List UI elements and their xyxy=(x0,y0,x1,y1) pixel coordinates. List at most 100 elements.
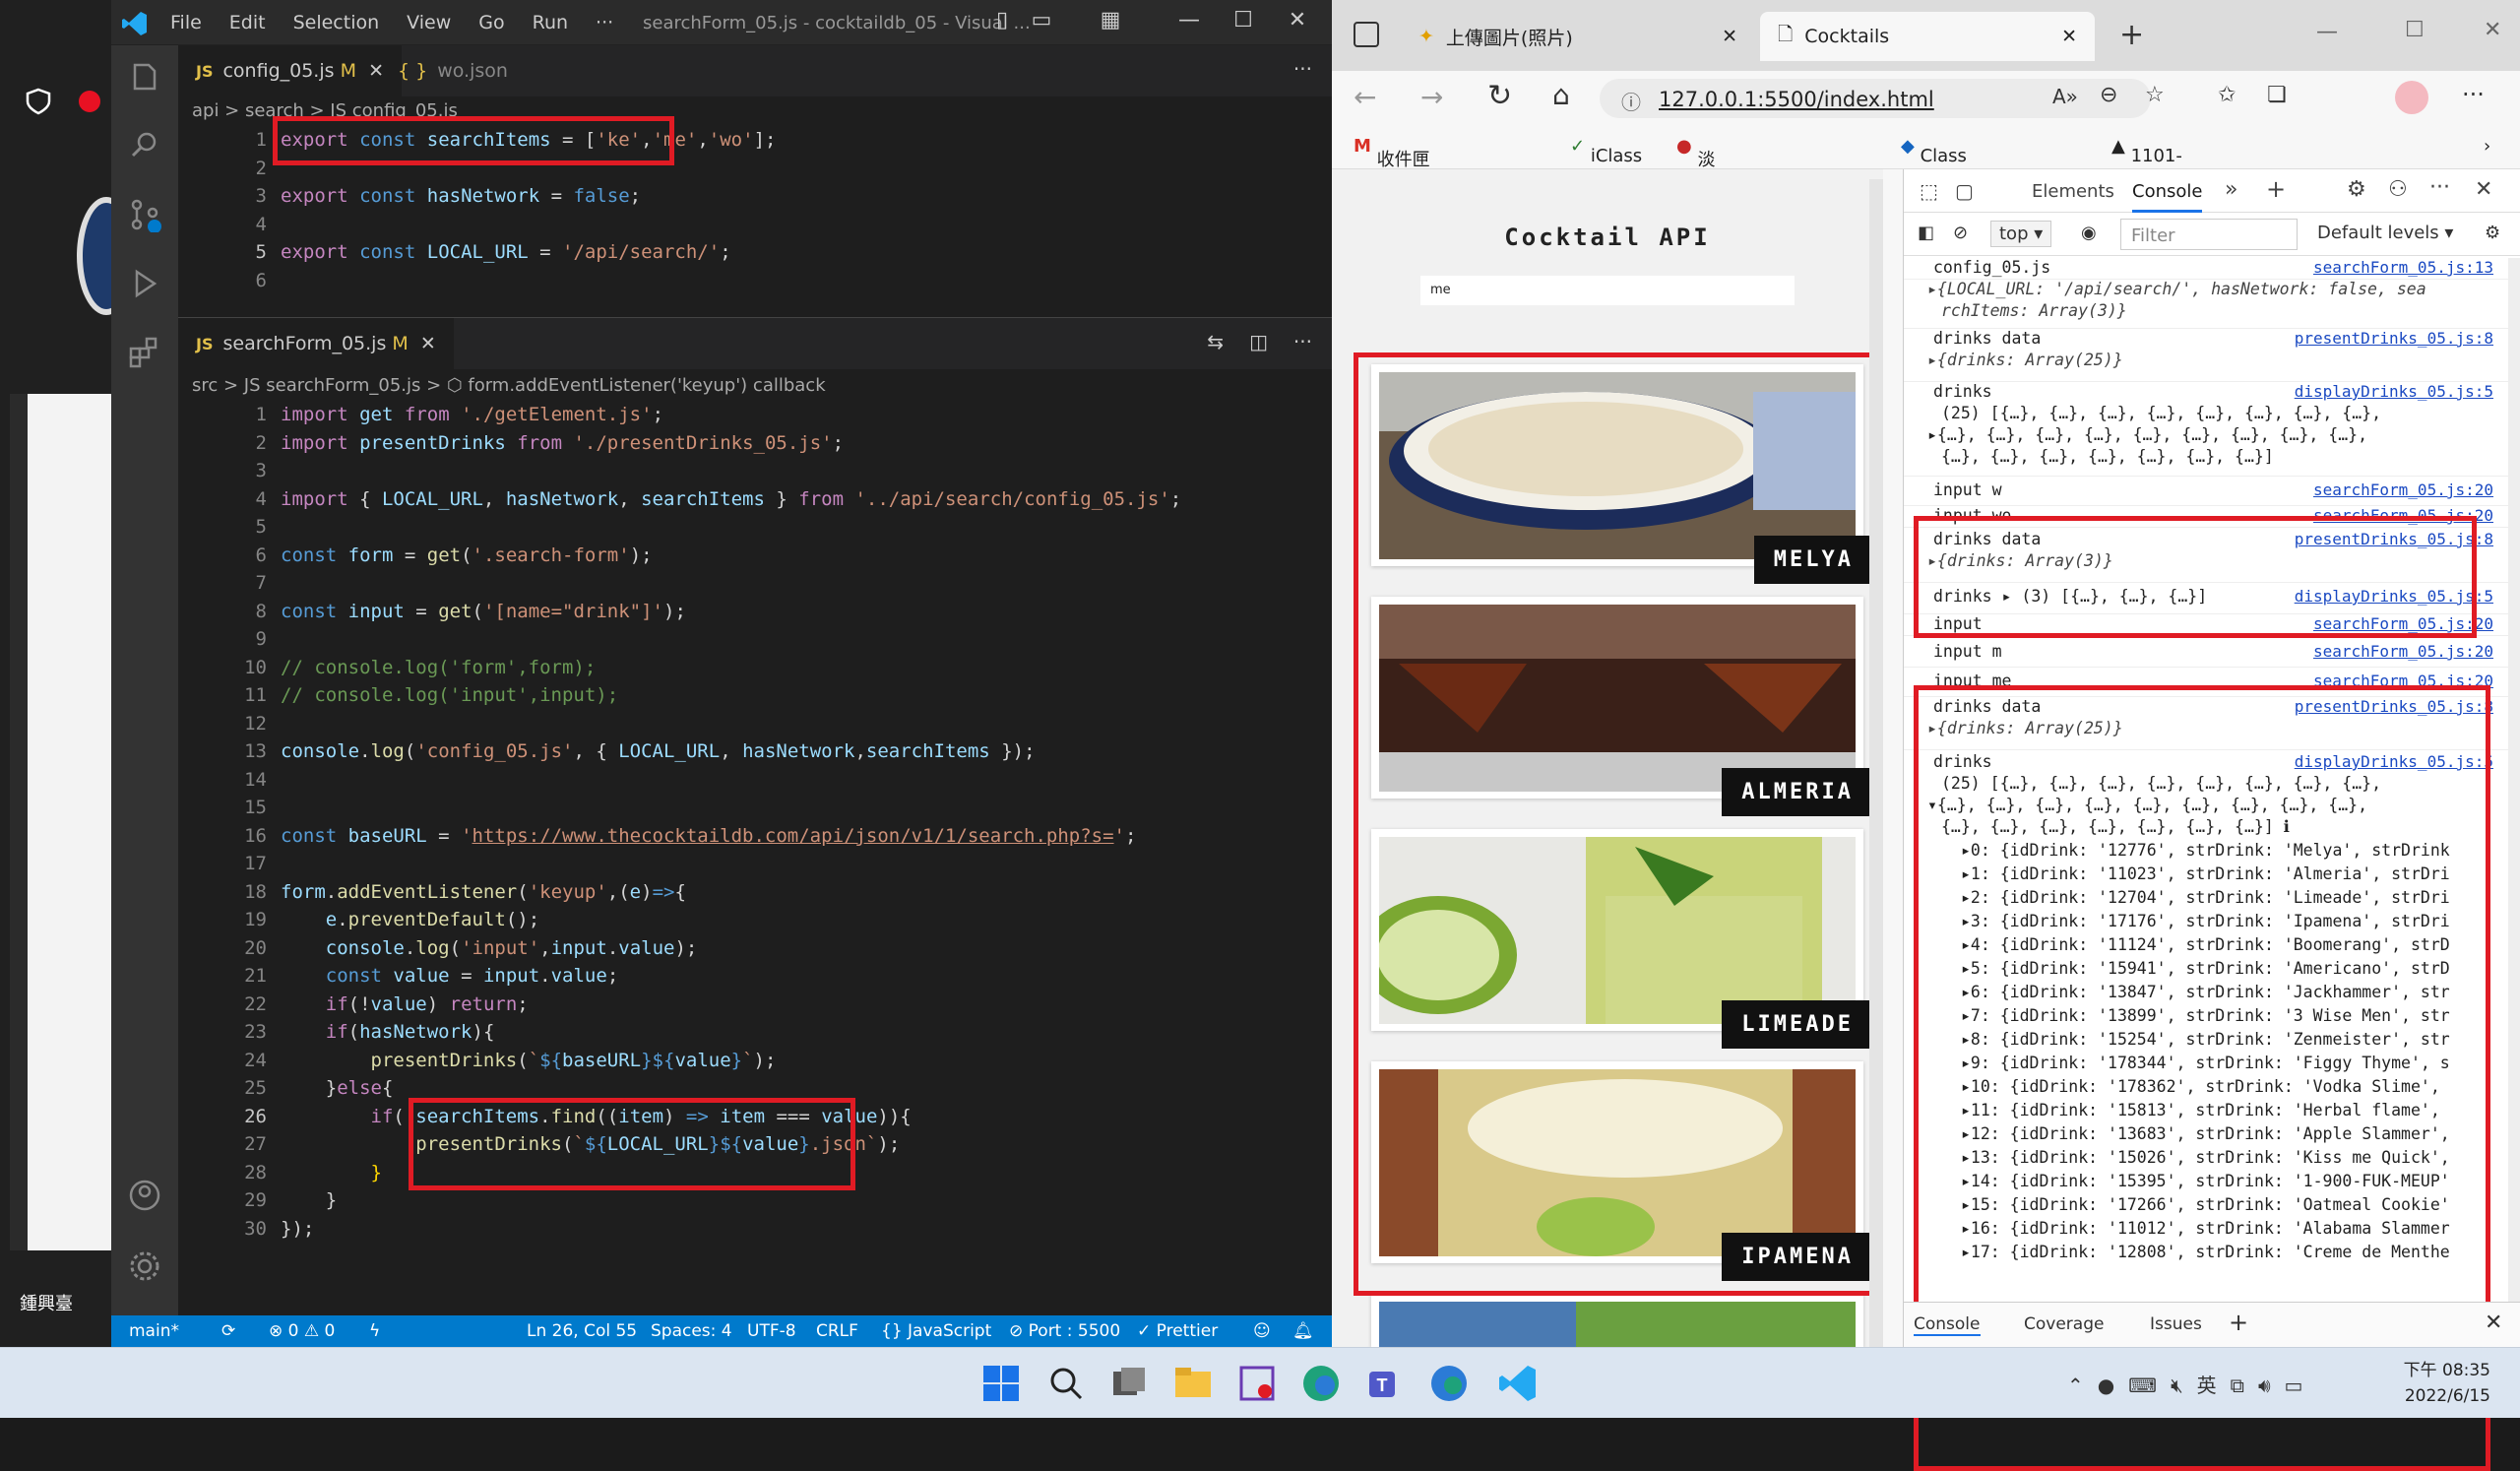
eye-icon[interactable]: ◉ xyxy=(2081,223,2097,243)
prettier-indicator[interactable]: ✓ Prettier xyxy=(1137,1321,1218,1341)
encoding[interactable]: UTF-8 xyxy=(747,1321,796,1341)
favorite-add-icon[interactable]: ☆ xyxy=(2145,83,2165,107)
maximize-button[interactable]: ☐ xyxy=(2405,18,2425,42)
console-filter-input[interactable]: Filter xyxy=(2120,219,2298,250)
gear-icon[interactable] xyxy=(127,1248,162,1284)
more-actions-icon[interactable]: ··· xyxy=(1293,57,1312,81)
chevron-right-icon[interactable]: › xyxy=(2484,136,2490,157)
favorites-icon[interactable]: ✩ xyxy=(2218,83,2236,107)
source-link[interactable]: searchForm_05.js:20 xyxy=(2313,480,2493,499)
console-row[interactable]: drinks data presentDrinks_05.js:8 xyxy=(1904,329,2508,351)
clock[interactable]: 下午 08:35 2022/6/15 xyxy=(2404,1358,2490,1409)
close-icon[interactable]: ✕ xyxy=(2485,1311,2502,1335)
vscode-taskbar-icon[interactable] xyxy=(1496,1362,1540,1405)
add-tab-icon[interactable]: + xyxy=(2266,175,2286,203)
console-row[interactable]: ▸{LOCAL_URL: '/api/search/', hasNetwork:… xyxy=(1904,280,2508,301)
menu-view[interactable]: View xyxy=(407,12,451,33)
close-icon[interactable]: ✕ xyxy=(1722,26,1737,47)
tab-upload-photos[interactable]: ✦ 上傳圖片(照片) ✕ xyxy=(1401,12,1755,61)
cursor-position[interactable]: Ln 26, Col 55 xyxy=(527,1321,637,1341)
collections-icon[interactable]: ❏ xyxy=(2267,83,2287,107)
more-actions-icon[interactable]: ··· xyxy=(1293,330,1312,353)
snipping-tool-icon[interactable] xyxy=(1235,1362,1279,1405)
task-view-icon[interactable] xyxy=(1107,1362,1151,1405)
search-icon[interactable] xyxy=(1043,1362,1087,1405)
minimize-button[interactable]: — xyxy=(2316,20,2338,44)
source-link[interactable]: presentDrinks_05.js:8 xyxy=(2295,329,2493,348)
log-levels-select[interactable]: Default levels ▾ xyxy=(2317,223,2453,243)
context-select[interactable]: top ▾ xyxy=(1990,221,2052,247)
add-tab-icon[interactable]: + xyxy=(2229,1309,2248,1336)
device-toolbar-icon[interactable]: ▢ xyxy=(1955,179,1974,203)
panel-layout-icon[interactable]: ▭ xyxy=(1027,8,1056,37)
menu-run[interactable]: Run xyxy=(533,12,568,33)
indentation[interactable]: Spaces: 4 xyxy=(651,1321,732,1341)
console-row[interactable]: drinks displayDrinks_05.js:5 xyxy=(1904,382,2508,404)
edge-icon[interactable] xyxy=(1299,1362,1343,1405)
source-control-icon[interactable] xyxy=(127,197,162,232)
more-actions-icon[interactable]: ··· xyxy=(2429,175,2450,200)
forward-button[interactable]: → xyxy=(1420,81,1443,113)
account-icon[interactable] xyxy=(127,1178,162,1213)
drawer-tab-coverage[interactable]: Coverage xyxy=(2024,1314,2104,1334)
maximize-button[interactable]: ☐ xyxy=(1228,8,1258,37)
tab-config[interactable]: JS config_05.js M ✕ xyxy=(178,45,402,96)
minimize-button[interactable]: — xyxy=(1174,8,1204,37)
search-icon[interactable] xyxy=(127,128,162,163)
tab-actions-icon[interactable] xyxy=(1354,22,1379,47)
bolt-icon[interactable]: ϟ xyxy=(369,1321,380,1341)
tab-cocktails[interactable]: 🗋︎ Cocktails ✕ xyxy=(1760,12,2095,61)
menu-selection[interactable]: Selection xyxy=(293,12,380,33)
gear-icon[interactable]: ⚙ xyxy=(2485,223,2500,243)
feedback-icon[interactable]: ☺ xyxy=(1253,1321,1271,1341)
source-link[interactable]: searchForm_05.js:13 xyxy=(2313,258,2493,277)
record-icon[interactable] xyxy=(79,91,100,112)
bookmark-gmail[interactable]: M 收件匣 (391) - 2104... xyxy=(1354,136,1439,213)
menu-go[interactable]: Go xyxy=(478,12,504,33)
windows-start-icon[interactable] xyxy=(979,1362,1023,1405)
live-server-port[interactable]: ⊘ Port : 5500 xyxy=(1009,1321,1120,1341)
console-row[interactable]: ▸{…}, {…}, {…}, {…}, {…}, {…}, {…}, {…},… xyxy=(1904,425,2508,447)
extensions-icon[interactable] xyxy=(127,335,162,370)
tab-console[interactable]: Console xyxy=(2132,181,2203,213)
eol[interactable]: CRLF xyxy=(816,1321,858,1341)
bookmark-tku[interactable]: ● 淡江大學身分別-淡... xyxy=(1676,136,1732,350)
source-link[interactable]: displayDrinks_05.js:5 xyxy=(2295,382,2493,401)
clear-console-icon[interactable]: ⊘ xyxy=(1953,223,1968,243)
inspect-icon[interactable]: ⬚ xyxy=(1920,179,1938,203)
settings-menu-icon[interactable]: ··· xyxy=(2462,81,2485,108)
home-button[interactable]: ⌂ xyxy=(1552,79,1570,111)
close-button[interactable]: ✕ xyxy=(2484,18,2501,42)
menu-file[interactable]: File xyxy=(170,12,202,33)
read-aloud-icon[interactable]: A» xyxy=(2052,85,2078,108)
bookmark-class[interactable]: ◆ Class 2025 資訊解... xyxy=(1901,136,1967,237)
teams-icon[interactable]: T xyxy=(1363,1362,1407,1405)
bookmark-sweb[interactable]: ▲ 1101-1-n-sweb-210... xyxy=(2111,136,2183,228)
console-row[interactable]: config_05.js searchForm_05.js:13 xyxy=(1904,258,2508,280)
refresh-button[interactable]: ↻ xyxy=(1487,79,1512,113)
menu-more[interactable]: ··· xyxy=(596,12,613,33)
tab-elements[interactable]: Elements xyxy=(2032,181,2114,202)
connect-icon[interactable]: ⚇ xyxy=(2388,177,2408,202)
customize-layout-icon[interactable]: ▦ xyxy=(1096,8,1125,37)
back-button[interactable]: ← xyxy=(1354,81,1376,113)
bookmark-iclass[interactable]: ✓ iClass xyxy=(1570,136,1642,166)
zoom-icon[interactable]: ⊖ xyxy=(2100,83,2117,107)
shield-icon[interactable] xyxy=(24,87,53,116)
menu-edit[interactable]: Edit xyxy=(229,12,266,33)
close-icon[interactable]: ✕ xyxy=(2061,26,2077,47)
page-scrollbar[interactable] xyxy=(1869,179,1883,1347)
more-tabs-icon[interactable]: » xyxy=(2225,177,2237,202)
tab-searchform[interactable]: JS searchForm_05.js M ✕ xyxy=(178,318,454,369)
run-debug-icon[interactable] xyxy=(127,266,162,301)
close-button[interactable]: ✕ xyxy=(1283,8,1312,37)
close-icon[interactable]: ✕ xyxy=(420,333,436,354)
close-icon[interactable]: ✕ xyxy=(2475,177,2492,202)
console-scrollbar[interactable] xyxy=(2508,258,2520,1302)
bell-icon[interactable]: 🔔︎ xyxy=(1292,1321,1314,1341)
drawer-tab-console[interactable]: Console xyxy=(1914,1314,1981,1336)
language-mode[interactable]: {} JavaScript xyxy=(881,1321,991,1341)
sync-icon[interactable]: ⟳ xyxy=(221,1321,235,1341)
edge-dev-icon[interactable] xyxy=(1427,1362,1471,1405)
profile-avatar[interactable] xyxy=(2395,81,2428,114)
